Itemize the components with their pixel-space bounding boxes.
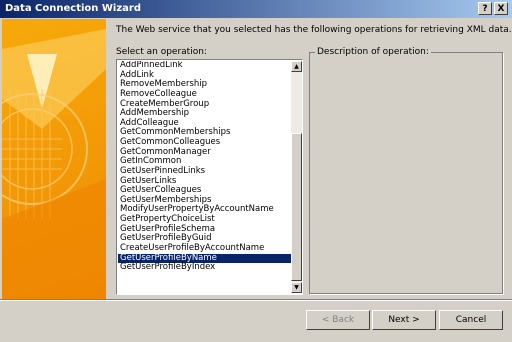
list-scrollbar[interactable]: ▲ ▼ [291,61,302,293]
operation-list: AddPinnedLink AddLink RemoveMembership R… [118,61,291,293]
back-button[interactable]: < Back [306,310,370,330]
scrollbar-thumb[interactable] [291,133,302,281]
list-item[interactable]: GetUserProfileByIndex [118,262,291,273]
description-group: Description of operation: [309,47,503,294]
banner-graphic [2,29,106,299]
next-button[interactable]: Next > [372,310,436,330]
cancel-button[interactable]: Cancel [439,310,503,330]
help-button[interactable]: ? [478,2,492,15]
operation-listbox[interactable]: AddPinnedLink AddLink RemoveMembership R… [116,59,303,295]
wizard-banner-art [2,19,106,299]
button-separator [0,299,512,301]
scroll-up-arrow-icon[interactable]: ▲ [291,61,302,72]
close-button[interactable]: X [494,2,508,15]
window-title: Data Connection Wizard [5,3,142,14]
intro-text: The Web service that you selected has th… [116,25,512,35]
select-operation-label: Select an operation: [116,47,207,57]
title-bar: Data Connection Wizard ? X [0,0,512,18]
scroll-down-arrow-icon[interactable]: ▼ [291,282,302,293]
description-label: Description of operation: [315,47,431,57]
